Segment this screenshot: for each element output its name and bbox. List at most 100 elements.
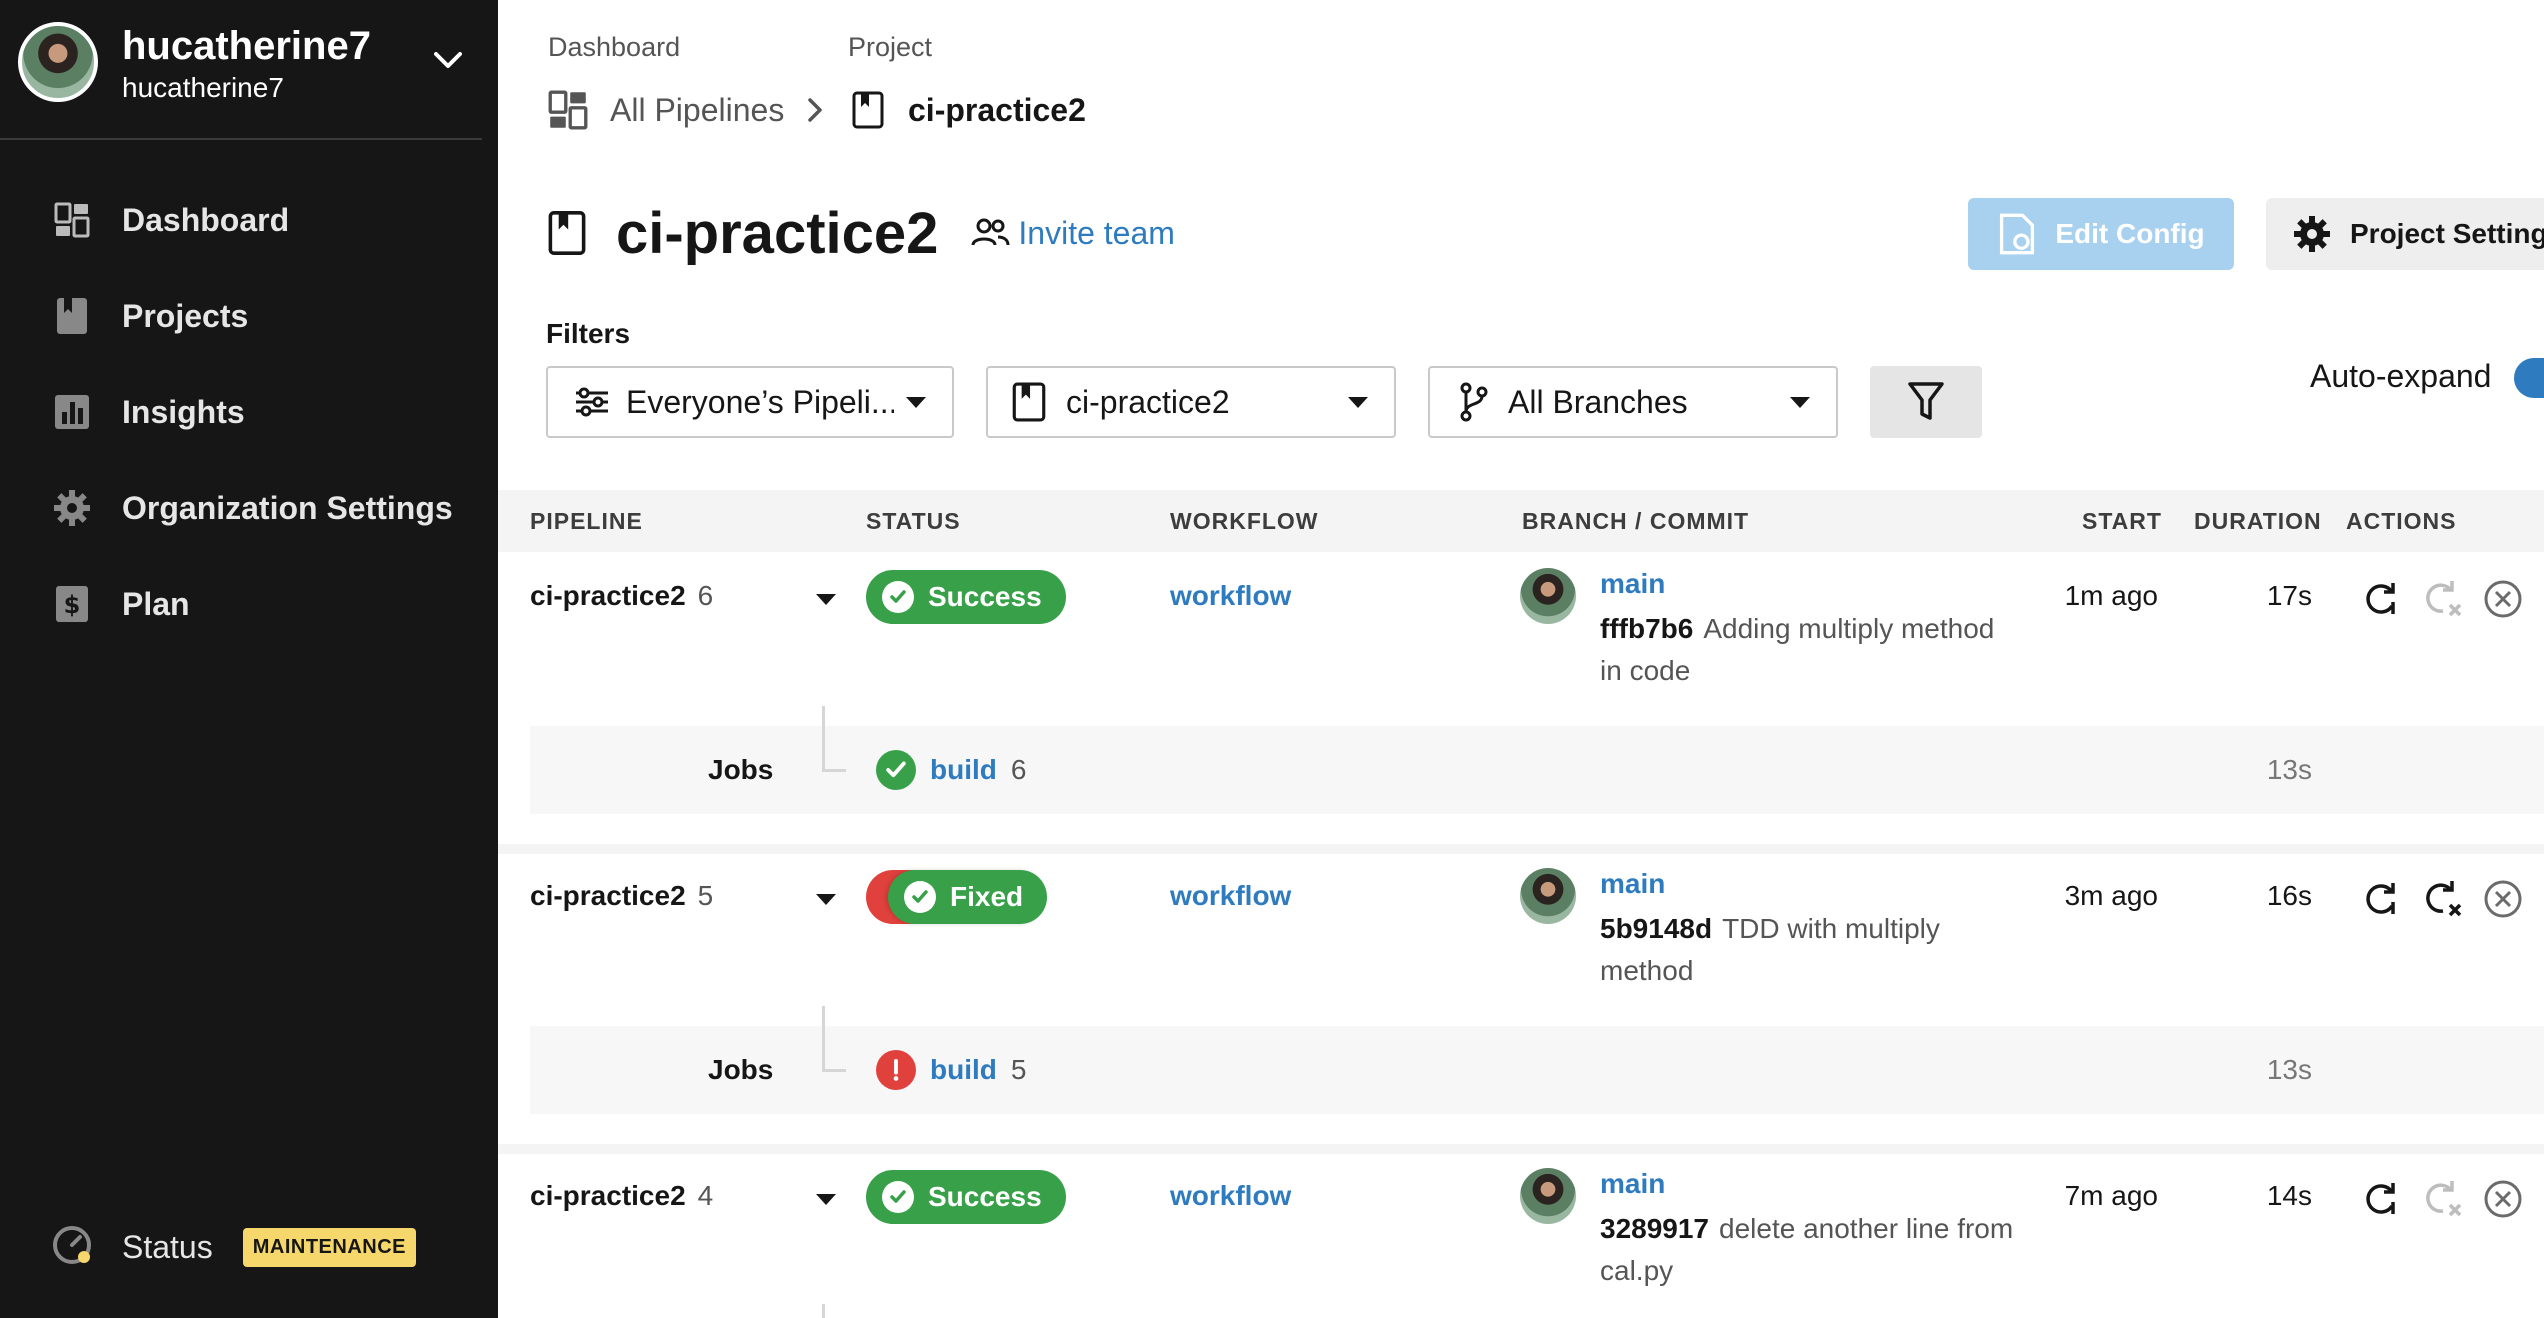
project-filter-select[interactable]: ci-practice2: [986, 366, 1396, 438]
tree-connector: [822, 1304, 825, 1318]
job-link[interactable]: build 5: [930, 1054, 1026, 1086]
status-badge[interactable]: Success: [866, 1170, 1066, 1224]
filter-button[interactable]: [1870, 366, 1982, 438]
expand-caret-icon[interactable]: [816, 894, 836, 905]
cancel-icon[interactable]: [2482, 578, 2524, 620]
pipeline-name[interactable]: ci-practice2 4: [530, 1180, 713, 1212]
rerun-failed-icon: [2422, 1178, 2464, 1220]
page-title: ci-practice2: [616, 200, 939, 266]
expand-caret-icon[interactable]: [816, 1194, 836, 1205]
column-header-status: STATUS: [866, 508, 961, 534]
commit-info[interactable]: 3289917 delete another line from cal.py: [1600, 1208, 2020, 1292]
invite-team-link[interactable]: Invite team: [970, 215, 1175, 252]
rerun-icon[interactable]: [2360, 1178, 2402, 1220]
edit-config-button[interactable]: Edit Config: [1968, 198, 2234, 270]
status-link[interactable]: Status MAINTENANCE: [52, 1222, 416, 1272]
branch-link[interactable]: main: [1600, 568, 1665, 600]
jobs-label: Jobs: [708, 1054, 774, 1085]
branch-link[interactable]: main: [1600, 868, 1665, 900]
success-icon: [876, 750, 916, 790]
dollar-icon: $: [52, 584, 92, 624]
rerun-failed-icon: [2422, 578, 2464, 620]
pipeline-name[interactable]: ci-practice2 6: [530, 580, 713, 612]
workflow-link[interactable]: workflow: [1170, 880, 1291, 912]
check-icon: [904, 881, 936, 913]
avatar: [1520, 1168, 1576, 1224]
cancel-icon[interactable]: [2482, 878, 2524, 920]
insights-icon: [52, 392, 92, 432]
sidebar-item-label: Insights: [122, 393, 245, 430]
breadcrumb-all-pipelines[interactable]: All Pipelines: [548, 88, 784, 132]
caret-down-icon: [906, 396, 926, 408]
rerun-icon[interactable]: [2360, 578, 2402, 620]
auto-expand-toggle[interactable]: [2514, 358, 2544, 398]
branch-filter-select[interactable]: All Branches: [1428, 366, 1838, 438]
pipeline-duration: 14s: [2266, 1180, 2312, 1211]
workflow-link[interactable]: workflow: [1170, 580, 1291, 612]
file-gear-icon: [2000, 213, 2035, 255]
user-switcher[interactable]: hucatherine7 hucatherine7: [18, 22, 478, 104]
dashboard-icon: [548, 90, 588, 130]
speedometer-icon: [52, 1225, 92, 1270]
check-icon: [882, 581, 914, 613]
chevron-right-icon: [808, 98, 822, 122]
jobs-row: Jobs build 5 13s: [530, 1006, 2544, 1114]
failed-icon: [876, 1050, 916, 1090]
avatar: [18, 22, 98, 102]
chevron-down-icon[interactable]: [428, 40, 468, 80]
caret-down-icon: [1348, 396, 1368, 408]
sidebar-item-organization-settings[interactable]: Organization Settings: [52, 478, 472, 538]
edit-config-label: Edit Config: [2055, 218, 2205, 249]
pipeline-name[interactable]: ci-practice2 5: [530, 880, 713, 912]
pipeline-duration: 16s: [2266, 880, 2312, 911]
breadcrumb-project-label: Project: [848, 32, 933, 62]
table-row: ci-practice2 4 Success workflow main 3289…: [498, 1154, 2544, 1318]
job-link[interactable]: build 6: [930, 754, 1026, 786]
caret-down-icon: [1790, 396, 1810, 408]
sidebar-item-label: Dashboard: [122, 201, 290, 238]
sidebar-item-dashboard[interactable]: Dashboard: [52, 190, 472, 250]
pipelines-filter-value: Everyone’s Pipeli...: [626, 383, 894, 420]
job-duration: 13s: [2266, 754, 2312, 785]
sidebar-item-projects[interactable]: Projects: [52, 286, 472, 346]
project-settings-label: Project Settings: [2350, 218, 2544, 249]
breadcrumb-project[interactable]: ci-practice2: [852, 88, 1086, 132]
branch-link[interactable]: main: [1600, 1168, 1665, 1200]
table-row: ci-practice2 5 Fixed workflow main 5b9148…: [498, 854, 2544, 1144]
column-header-pipeline: PIPELINE: [530, 508, 643, 534]
row-separator: [498, 1144, 2544, 1154]
cancel-icon[interactable]: [2482, 1178, 2524, 1220]
avatar: [1520, 568, 1576, 624]
commit-info[interactable]: 5b9148d TDD with multiply method: [1600, 908, 2020, 992]
rerun-failed-icon[interactable]: [2422, 878, 2464, 920]
status-label: Status: [122, 1228, 213, 1265]
dashboard-icon: [52, 200, 92, 240]
row-separator: [498, 844, 2544, 854]
project-settings-button[interactable]: Project Settings: [2266, 198, 2544, 270]
rerun-icon[interactable]: [2360, 878, 2402, 920]
svg-text:$: $: [64, 591, 81, 619]
check-icon: [882, 1181, 914, 1213]
status-badge[interactable]: Fixed: [866, 870, 1048, 924]
gear-icon: [2294, 216, 2330, 252]
pipelines-table-header: PIPELINE STATUS WORKFLOW BRANCH / COMMIT…: [498, 490, 2544, 552]
status-badge[interactable]: Success: [866, 570, 1066, 624]
pipeline-duration: 17s: [2266, 580, 2312, 611]
commit-info[interactable]: fffb7b6 Adding multiply method in code: [1600, 608, 2020, 692]
sliders-icon: [576, 387, 608, 417]
expand-caret-icon[interactable]: [816, 594, 836, 605]
branch-icon: [1460, 382, 1488, 422]
auto-expand-label: Auto-expand: [2310, 358, 2492, 394]
pipeline-number: 6: [697, 580, 714, 611]
sidebar-item-plan[interactable]: $ Plan: [52, 574, 472, 634]
pipeline-start: 3m ago: [2064, 880, 2158, 911]
people-icon: [971, 218, 1010, 246]
project-icon: [852, 91, 884, 129]
sidebar-item-label: Plan: [122, 585, 190, 622]
column-header-branch-commit: BRANCH / COMMIT: [1522, 508, 1750, 534]
commit-sha: fffb7b6: [1600, 613, 1694, 644]
avatar: [1520, 868, 1576, 924]
workflow-link[interactable]: workflow: [1170, 1180, 1291, 1212]
sidebar-item-insights[interactable]: Insights: [52, 382, 472, 442]
pipelines-filter-select[interactable]: Everyone’s Pipeli...: [546, 366, 954, 438]
